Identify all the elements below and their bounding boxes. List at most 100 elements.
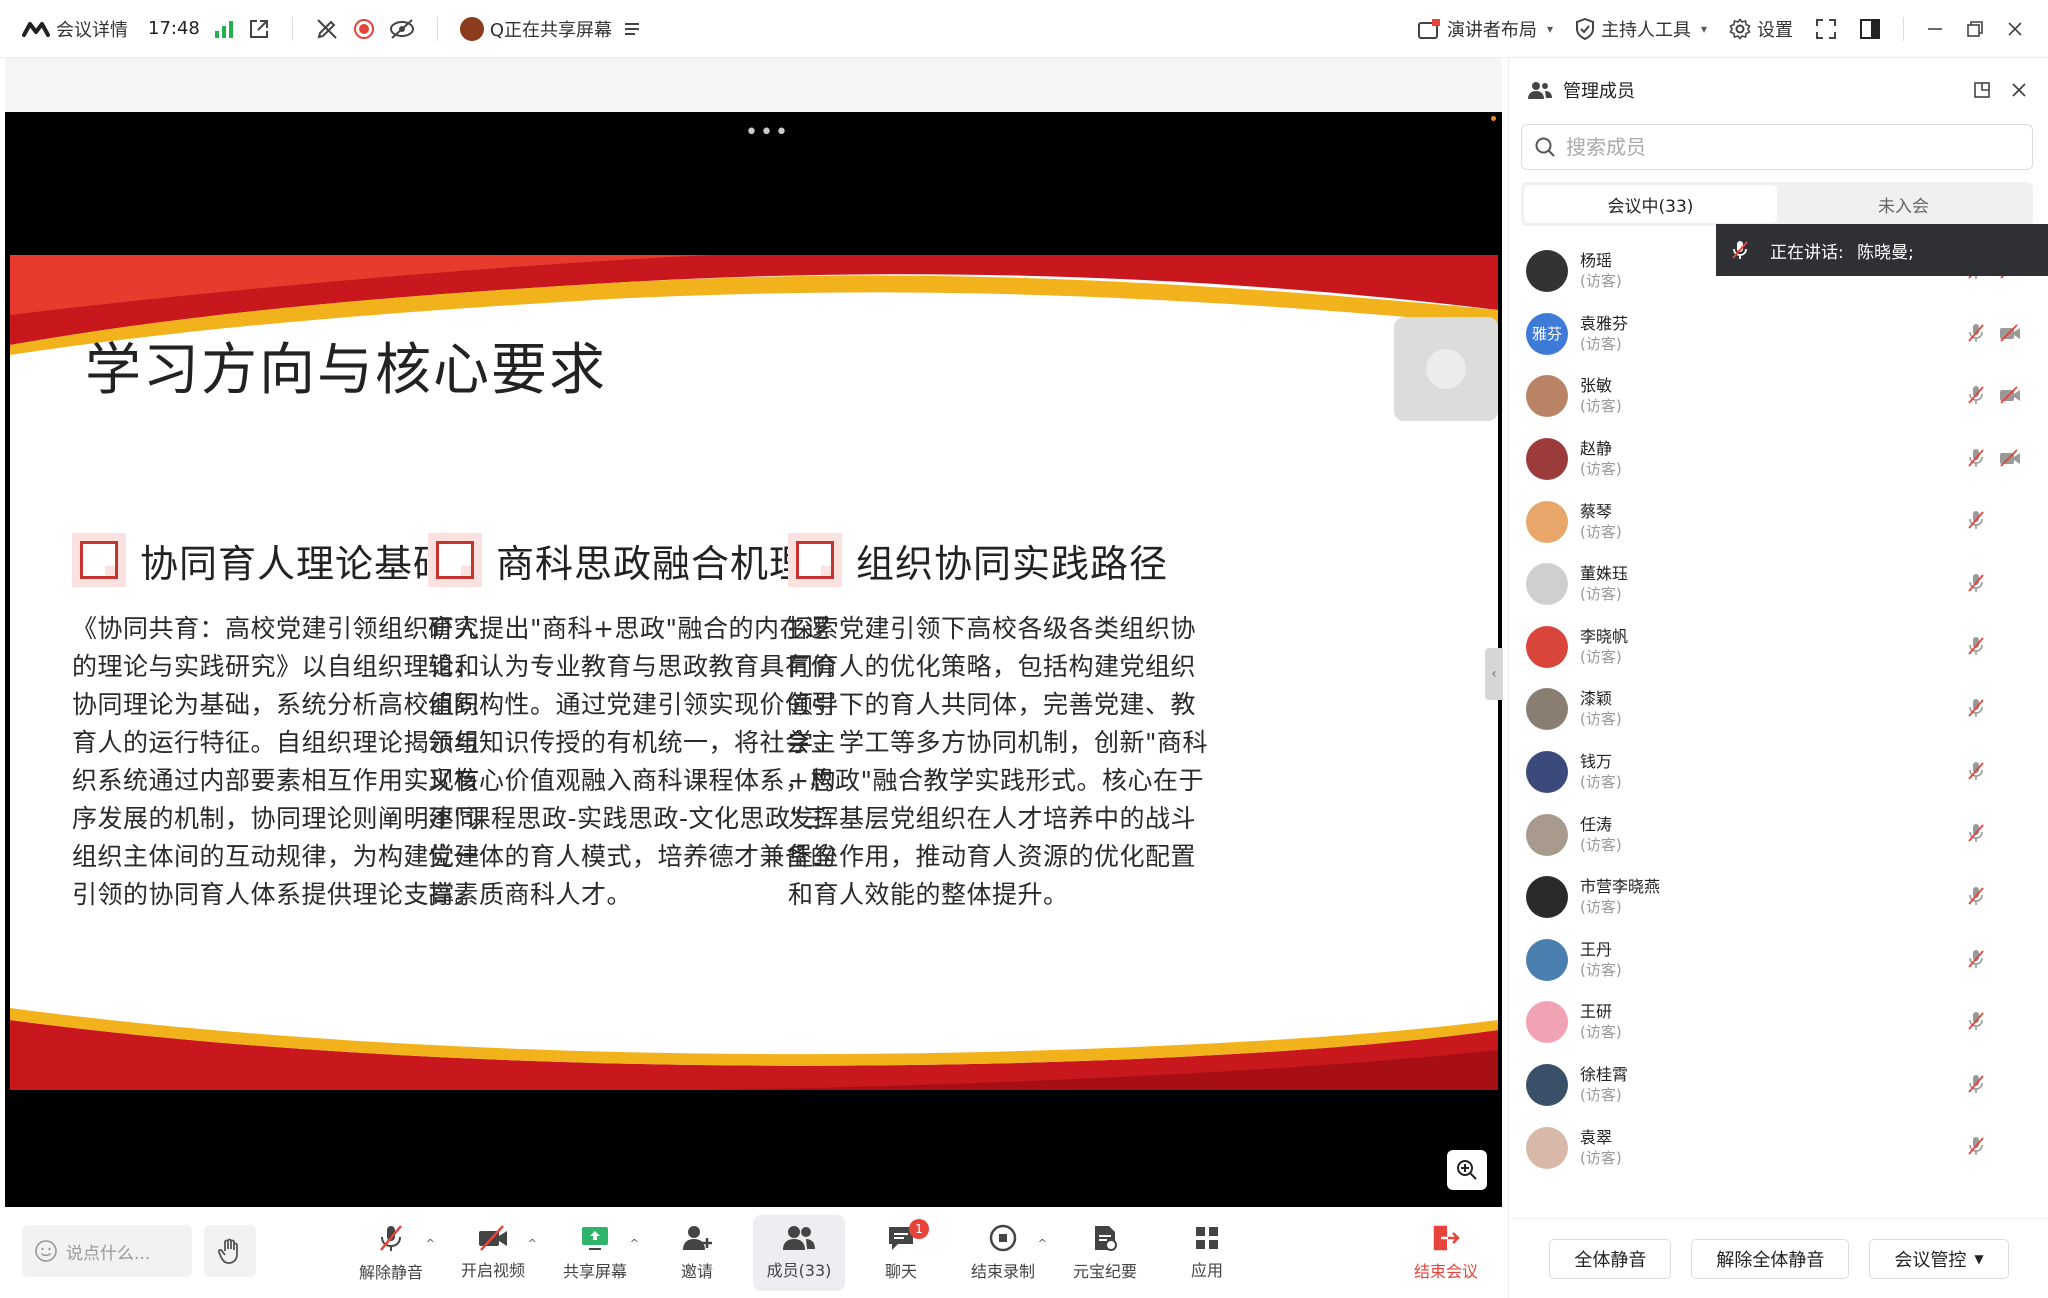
end-recording-button[interactable]: 结束录制 ^ xyxy=(957,1215,1049,1291)
ai-minutes-button[interactable]: 元宝纪要 xyxy=(1059,1215,1151,1291)
members-button[interactable]: 成员(33) xyxy=(753,1215,845,1291)
invite-button[interactable]: 邀请 xyxy=(651,1215,743,1291)
member-row[interactable]: 袁翠 (访客) xyxy=(1509,1116,2048,1170)
close-icon[interactable] xyxy=(2006,20,2024,38)
speaking-name: 陈晓曼; xyxy=(1857,242,1914,263)
panel-title: 管理成员 xyxy=(1563,81,1635,102)
annotation-off-icon[interactable] xyxy=(315,17,339,41)
mic-muted-icon[interactable] xyxy=(1967,761,1985,781)
collapse-panel-handle[interactable]: ‹ xyxy=(1485,648,1503,700)
more-dots-icon[interactable]: ••• xyxy=(745,120,790,145)
member-row[interactable]: 雅芬 袁雅芬 (访客) xyxy=(1509,303,2048,366)
avatar xyxy=(1526,688,1568,731)
member-row[interactable]: 漆颖 (访客) xyxy=(1509,678,2048,741)
mic-muted-icon[interactable] xyxy=(1967,698,1985,718)
unmute-button[interactable]: 解除静音 ^ xyxy=(345,1215,437,1291)
camera-off-icon[interactable] xyxy=(1999,449,2021,467)
popout-icon[interactable] xyxy=(248,18,270,40)
mic-muted-icon[interactable] xyxy=(1967,886,1985,906)
zoom-in-button[interactable] xyxy=(1447,1150,1487,1190)
signal-strength-icon[interactable] xyxy=(214,20,234,38)
chevron-down-icon: ▾ xyxy=(1546,22,1553,36)
slide-bullet-icon xyxy=(788,533,842,587)
meeting-control-button[interactable]: 会议管控 ▼ xyxy=(1869,1238,2009,1279)
mute-all-button[interactable]: 全体静音 xyxy=(1549,1238,1672,1279)
menu-lines-icon[interactable] xyxy=(624,22,640,36)
meeting-time: 17:48 xyxy=(148,18,200,39)
mic-muted-icon[interactable] xyxy=(1967,1136,1985,1156)
users-icon xyxy=(782,1225,816,1251)
column-heading: 组织协同实践路径 xyxy=(856,541,1169,586)
end-meeting-button[interactable]: 结束会议 xyxy=(1400,1215,1492,1291)
start-video-label: 开启视频 xyxy=(460,1261,525,1280)
chat-placeholder: 说点什么... xyxy=(66,1243,151,1264)
speaker-layout-button[interactable]: 演讲者布局 ▾ xyxy=(1417,16,1553,42)
host-tools-button[interactable]: 主持人工具 ▾ xyxy=(1575,16,1707,42)
mic-muted-icon[interactable] xyxy=(1967,1074,1985,1094)
member-row[interactable]: 任涛 (访客) xyxy=(1509,803,2048,866)
sharing-status[interactable]: Q正在共享屏幕 xyxy=(459,16,640,42)
maximize-icon[interactable] xyxy=(1966,20,1984,38)
member-name: 王研 xyxy=(1580,1002,1613,1022)
mic-muted-icon[interactable] xyxy=(1967,1011,1985,1031)
member-row[interactable]: 蔡琴 (访客) xyxy=(1509,490,2048,553)
record-indicator-icon[interactable] xyxy=(353,18,375,40)
layout-icon xyxy=(1417,18,1441,40)
member-name: 杨瑶 xyxy=(1580,251,1613,271)
mic-muted-icon[interactable] xyxy=(1967,323,1985,343)
chat-button[interactable]: 1 聊天 xyxy=(855,1215,947,1291)
member-row[interactable]: 王丹 (访客) xyxy=(1509,929,2048,992)
search-icon xyxy=(1534,136,1556,158)
raise-hand-button[interactable] xyxy=(204,1225,256,1277)
mic-muted-icon[interactable] xyxy=(1967,385,1985,405)
tab-not-joined[interactable]: 未入会 xyxy=(1777,185,2030,223)
member-row[interactable]: 徐桂霄 (访客) xyxy=(1509,1054,2048,1117)
avatar xyxy=(1526,500,1568,543)
member-row[interactable]: 董姝珏 (访客) xyxy=(1509,553,2048,616)
mic-muted-icon[interactable] xyxy=(1967,510,1985,530)
start-video-button[interactable]: 开启视频 ^ xyxy=(447,1215,539,1291)
chevron-up-icon[interactable]: ^ xyxy=(630,1237,639,1250)
mic-muted-icon[interactable] xyxy=(1967,636,1985,656)
hand-icon xyxy=(217,1237,243,1265)
member-row[interactable]: 市营李晓燕 (访客) xyxy=(1509,866,2048,929)
member-row[interactable]: 李晓帆 (访客) xyxy=(1509,616,2048,679)
close-icon[interactable] xyxy=(2011,81,2027,99)
fullscreen-icon[interactable] xyxy=(1815,18,1837,40)
member-row[interactable]: 赵静 (访客) xyxy=(1509,428,2048,491)
chevron-up-icon[interactable]: ^ xyxy=(426,1237,435,1250)
sharer-avatar xyxy=(459,16,484,41)
mic-muted-icon[interactable] xyxy=(1967,949,1985,969)
chevron-left-icon: ‹ xyxy=(1491,666,1497,682)
share-screen-button[interactable]: 共享屏幕 ^ xyxy=(549,1215,641,1291)
floating-video-thumbnail[interactable] xyxy=(1394,317,1498,421)
apps-button[interactable]: 应用 xyxy=(1161,1215,1253,1291)
shared-screen-stage[interactable]: ••• 学习方向与核心要求 协同育人理论基础 《协同共育：高校党建引领组织育人的… xyxy=(5,112,1502,1207)
member-row[interactable]: 张敏 (访客) xyxy=(1509,365,2048,428)
settings-button[interactable]: 设置 xyxy=(1729,16,1793,42)
member-search[interactable] xyxy=(1521,124,2033,170)
unmute-all-button[interactable]: 解除全体静音 xyxy=(1691,1238,1850,1279)
bottom-toolbar: 说点什么... 解除静音 ^ 开启视频 ^ 共享屏幕 ^ 邀请 成员(33) 1… xyxy=(0,1207,1508,1298)
meeting-info-button[interactable]: 会议详情 xyxy=(22,16,128,42)
meeting-control-label: 会议管控 xyxy=(1894,1249,1967,1271)
minimize-icon[interactable] xyxy=(1926,20,1944,38)
mic-muted-icon[interactable] xyxy=(1967,448,1985,468)
member-role: (访客) xyxy=(1580,835,1622,854)
hide-icon[interactable] xyxy=(389,18,415,40)
sidebar-toggle-icon[interactable] xyxy=(1859,18,1881,40)
search-input[interactable] xyxy=(1566,135,2006,159)
camera-off-icon[interactable] xyxy=(1999,386,2021,404)
popout-icon[interactable] xyxy=(1973,81,1991,99)
speaking-tooltip: 正在讲话: 陈晓曼; xyxy=(1716,224,2048,276)
member-row[interactable]: 王研 (访客) xyxy=(1509,991,2048,1054)
tab-in-meeting[interactable]: 会议中(33) xyxy=(1524,185,1777,223)
chevron-up-icon[interactable]: ^ xyxy=(528,1237,537,1250)
mic-muted-icon[interactable] xyxy=(1967,823,1985,843)
quick-chat-input[interactable]: 说点什么... xyxy=(22,1225,192,1277)
member-row[interactable]: 钱万 (访客) xyxy=(1509,741,2048,804)
mic-muted-icon[interactable] xyxy=(1967,573,1985,593)
host-tools-label: 主持人工具 xyxy=(1600,20,1691,41)
chevron-up-icon[interactable]: ^ xyxy=(1038,1237,1047,1250)
camera-off-icon[interactable] xyxy=(1999,323,2021,342)
